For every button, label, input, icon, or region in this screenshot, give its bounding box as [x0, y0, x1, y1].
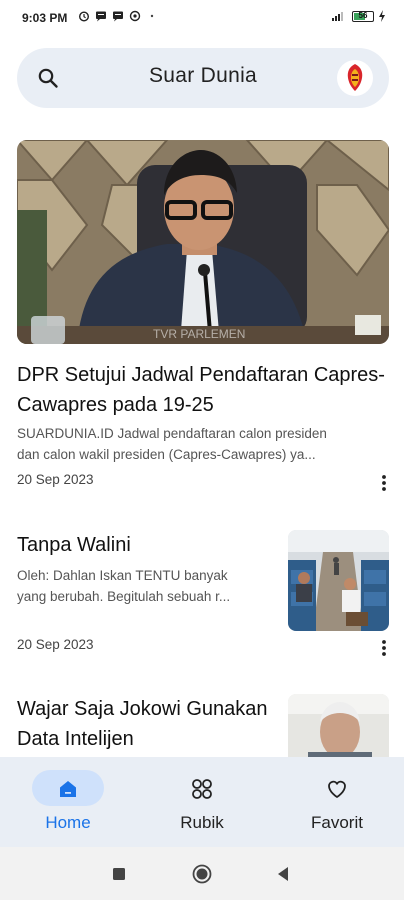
- bottom-navigation: Home Rubik Favorit: [0, 757, 404, 847]
- signal-icon: [332, 12, 343, 21]
- system-navigation-bar: [0, 847, 404, 900]
- home-icon: [60, 781, 76, 797]
- featured-excerpt: SUARDUNIA.ID Jadwal pendaftaran calon pr…: [17, 423, 389, 465]
- dot-icon: [150, 14, 154, 18]
- charging-icon: [379, 10, 385, 22]
- article-excerpt-line: Oleh: Dahlan Iskan TENTU banyak: [17, 568, 228, 583]
- article-thumbnail[interactable]: [288, 530, 389, 631]
- heart-icon: [328, 780, 346, 798]
- nav-label-home: Home: [45, 813, 91, 832]
- message-icon-2: [113, 11, 123, 22]
- nav-item-home[interactable]: Home: [8, 757, 128, 847]
- status-time: 9:03 PM: [22, 11, 68, 25]
- back-icon[interactable]: [276, 866, 290, 882]
- tv-watermark: TVR PARLEMEN: [153, 327, 245, 341]
- featured-photo: TVR PARLEMEN: [17, 140, 389, 344]
- home-button-icon[interactable]: [192, 864, 212, 884]
- train-photo: [288, 530, 389, 631]
- status-bar: 9:03 PM 56: [0, 0, 404, 36]
- recents-icon[interactable]: [112, 867, 126, 881]
- battery-level: 56: [358, 10, 368, 20]
- nav-item-rubik[interactable]: Rubik: [142, 757, 262, 847]
- status-indicators: 56: [330, 10, 386, 22]
- featured-excerpt-line: SUARDUNIA.ID Jadwal pendaftaran calon pr…: [17, 426, 327, 441]
- article-thumbnail[interactable]: [288, 694, 389, 757]
- search-bar[interactable]: Suar Dunia: [17, 48, 389, 108]
- article-date: 20 Sep 2023: [17, 637, 94, 652]
- featured-date: 20 Sep 2023: [17, 472, 94, 487]
- nav-label-rubik: Rubik: [180, 813, 224, 832]
- featured-title[interactable]: DPR Setujui Jadwal Pendaftaran Capres-Ca…: [17, 360, 389, 420]
- featured-image[interactable]: TVR PARLEMEN: [17, 140, 389, 344]
- nav-label-favorit: Favorit: [311, 813, 363, 832]
- battery-icon: 56: [352, 10, 374, 22]
- notification-icons: [78, 10, 158, 22]
- message-icon: [96, 11, 106, 22]
- grid-icon: [192, 779, 212, 799]
- alarm-icon: [78, 11, 90, 22]
- article-title[interactable]: Wajar Saja Jokowi Gunakan Data Intelijen: [17, 694, 277, 754]
- vpn-icon: [129, 10, 141, 22]
- app-logo-icon: [337, 60, 373, 96]
- portrait-photo: [288, 694, 389, 757]
- article-excerpt-line: yang berubah. Begitulah sebuah r...: [17, 589, 231, 604]
- more-vert-icon[interactable]: [381, 474, 387, 492]
- article-excerpt: Oleh: Dahlan Iskan TENTU banyak yang ber…: [17, 565, 279, 607]
- featured-excerpt-line: dan calon wakil presiden (Capres-Cawapre…: [17, 447, 316, 462]
- article-title[interactable]: Tanpa Walini: [17, 530, 277, 560]
- app-title: Suar Dunia: [148, 64, 258, 87]
- nav-item-favorit[interactable]: Favorit: [277, 757, 397, 847]
- more-vert-icon[interactable]: [381, 639, 387, 657]
